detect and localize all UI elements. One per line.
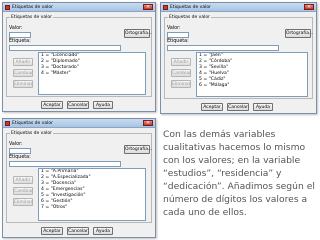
dialog-title: Etiquetas de valor: [12, 4, 53, 10]
app-icon: [5, 120, 10, 126]
explanation-text: Con las demás variables cualitativas hac…: [163, 129, 315, 218]
change-button[interactable]: Cambiar: [13, 187, 33, 195]
ortografia-button[interactable]: Ortografía...: [124, 29, 152, 38]
remove-button[interactable]: Eliminar: [13, 198, 33, 206]
group-legend: Etiquetas de valor: [168, 15, 211, 20]
dialog-titlebar: Etiquetas de valor ×: [161, 3, 316, 12]
app-icon: [163, 4, 168, 10]
remove-button[interactable]: Eliminar: [171, 80, 191, 88]
dialog-titlebar: Etiquetas de valor ×: [3, 3, 155, 12]
etiqueta-input[interactable]: [9, 161, 121, 167]
change-button[interactable]: Cambiar: [171, 69, 191, 77]
value-labels-dialog-residencia: Etiquetas de valor × Etiquetas de valor …: [160, 2, 317, 114]
valor-input[interactable]: [9, 32, 31, 38]
value-labels-list[interactable]: 1 = "Jaén" 2 = "Córdoba" 3 = "Sevilla" 4…: [196, 52, 308, 97]
value-labels-dialog-estudios: Etiquetas de valor × Etiquetas de valor …: [2, 2, 156, 112]
ayuda-button[interactable]: Ayuda: [93, 101, 113, 109]
add-button[interactable]: Añadir: [13, 176, 33, 184]
remove-button[interactable]: Eliminar: [13, 80, 33, 88]
ortografia-button[interactable]: Ortografía...: [285, 29, 313, 38]
close-icon[interactable]: ×: [143, 120, 153, 126]
group-legend: Etiquetas de valor: [10, 15, 53, 20]
valor-input[interactable]: [167, 32, 189, 38]
etiqueta-input[interactable]: [9, 45, 121, 51]
aceptar-button[interactable]: Aceptar: [41, 101, 63, 109]
dialog-titlebar: Etiquetas de valor ×: [3, 119, 155, 128]
close-icon[interactable]: ×: [304, 4, 314, 10]
app-icon: [5, 4, 10, 10]
value-labels-list[interactable]: 1 = "A.Primaria" 2 = "A.Especializada" 3…: [38, 168, 146, 221]
group-legend: Etiquetas de valor: [10, 131, 53, 136]
valor-input[interactable]: [9, 148, 31, 154]
cancelar-button[interactable]: Cancelar: [67, 101, 89, 109]
ortografia-button[interactable]: Ortografía...: [124, 145, 152, 154]
cancelar-button[interactable]: Cancelar: [227, 103, 249, 111]
aceptar-button[interactable]: Aceptar: [201, 103, 223, 111]
ayuda-button[interactable]: Ayuda: [253, 103, 273, 111]
add-button[interactable]: Añadir: [13, 58, 33, 66]
ayuda-button[interactable]: Ayuda: [93, 227, 113, 235]
dialog-title: Etiquetas de valor: [12, 120, 53, 126]
value-labels-list[interactable]: 1 = "Licenciado" 2 = "Diplomado" 3 = "Do…: [38, 52, 146, 95]
etiqueta-input[interactable]: [167, 45, 279, 51]
list-item[interactable]: 6 = "Málaga": [197, 83, 307, 89]
value-labels-dialog-dedicacion: Etiquetas de valor × Etiquetas de valor …: [2, 118, 156, 238]
list-item[interactable]: 4 = "Máster": [39, 71, 145, 77]
aceptar-button[interactable]: Aceptar: [41, 227, 63, 235]
add-button[interactable]: Añadir: [171, 58, 191, 66]
list-item[interactable]: 7 = "Otros": [39, 205, 145, 211]
change-button[interactable]: Cambiar: [13, 69, 33, 77]
close-icon[interactable]: ×: [143, 4, 153, 10]
dialog-title: Etiquetas de valor: [170, 4, 211, 10]
cancelar-button[interactable]: Cancelar: [67, 227, 89, 235]
